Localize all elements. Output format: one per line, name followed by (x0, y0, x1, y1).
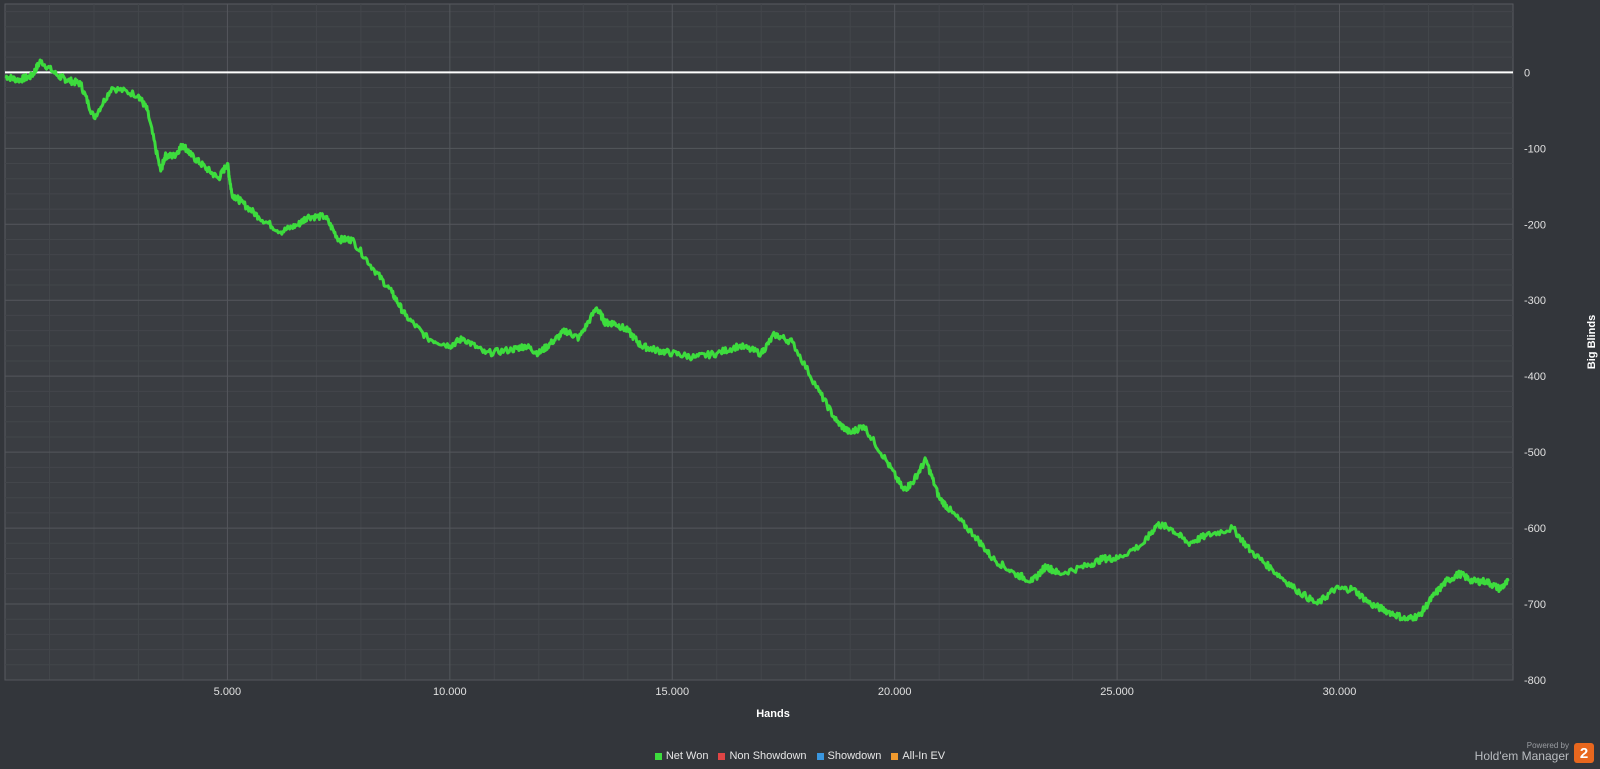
x-axis-title: Hands (756, 708, 790, 720)
y-tick-label: -500 (1524, 447, 1546, 459)
x-tick-label: 5.000 (214, 686, 242, 698)
showdown-swatch (816, 752, 824, 760)
y-axis-ticks: 0 -100 -200 -300 -400 -500 -600 -700 -800 (1524, 67, 1546, 687)
legend-label: Non Showdown (729, 750, 807, 762)
y-tick-label: -600 (1524, 523, 1546, 535)
bankroll-line-chart: 5.000 10.000 15.000 20.000 25.000 30.000 0 -10… (4, 3, 1598, 720)
y-tick-label: 0 (1524, 67, 1530, 79)
y-tick-label: -800 (1524, 675, 1546, 687)
legend-item-showdown[interactable]: Showdown (816, 750, 882, 762)
x-tick-label: 10.000 (433, 686, 467, 698)
legend-item-net-won[interactable]: Net Won (654, 750, 709, 762)
legend-label: Showdown (827, 750, 882, 762)
net-won-swatch (654, 752, 662, 760)
all-in-ev-swatch (891, 752, 899, 760)
brand-name: Hold'em Manager (1474, 749, 1569, 764)
x-tick-label: 15.000 (655, 686, 689, 698)
y-tick-label: -100 (1524, 143, 1546, 155)
chart-legend: Net Won Non Showdown Showdown All-In EV (0, 750, 1600, 762)
y-tick-label: -400 (1524, 371, 1546, 383)
x-tick-label: 25.000 (1100, 686, 1134, 698)
y-axis-title: Big Blinds (1586, 315, 1598, 369)
legend-label: All-In EV (902, 750, 946, 762)
x-tick-label: 20.000 (878, 686, 912, 698)
y-tick-label: -300 (1524, 295, 1546, 307)
hem-logo-icon: 2 (1574, 743, 1594, 763)
legend-label: Net Won (665, 750, 709, 762)
legend-item-all-in-ev[interactable]: All-In EV (891, 750, 945, 762)
plot-area-background (4, 3, 1514, 681)
x-axis-ticks: 5.000 10.000 15.000 20.000 25.000 30.000 (214, 686, 1357, 698)
brand-watermark: Powered by Hold'em Manager 2 (1474, 741, 1594, 764)
y-tick-label: -200 (1524, 219, 1546, 231)
brand-text: Powered by Hold'em Manager (1474, 741, 1569, 764)
legend-item-non-showdown[interactable]: Non Showdown (718, 750, 807, 762)
x-tick-label: 30.000 (1323, 686, 1357, 698)
non-showdown-swatch (718, 752, 726, 760)
y-tick-label: -700 (1524, 599, 1546, 611)
